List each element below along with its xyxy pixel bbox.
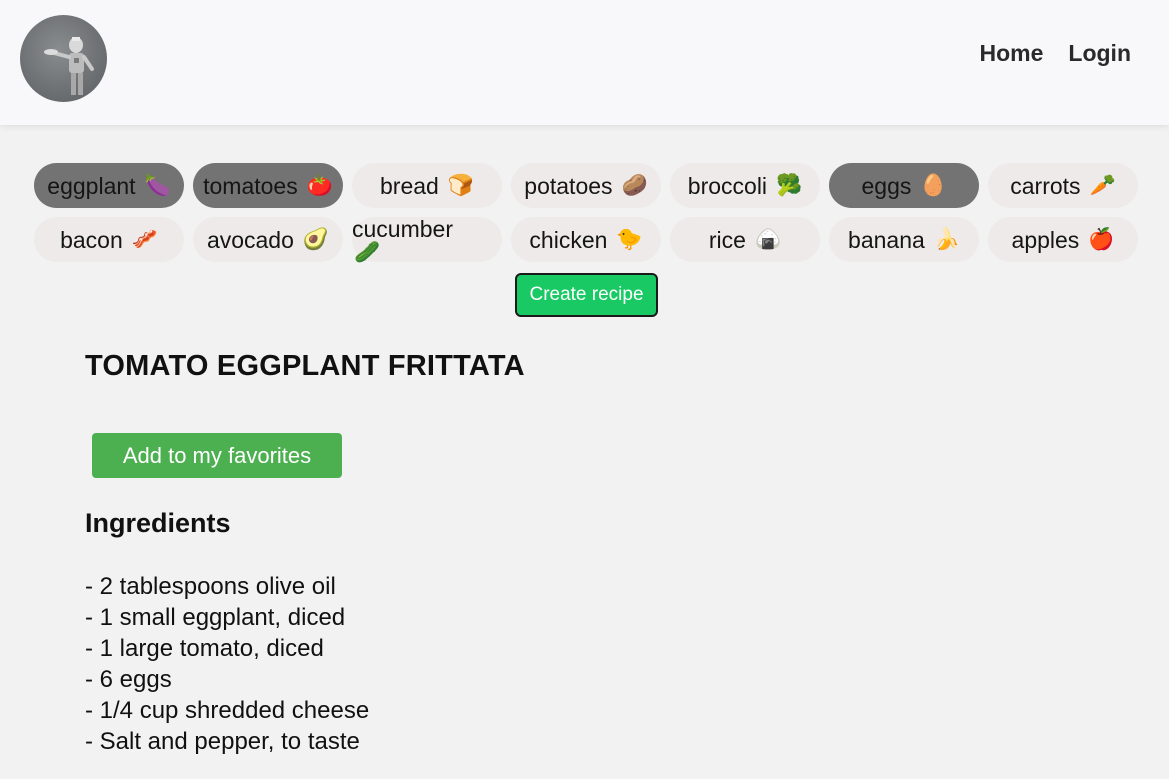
potatoes-emoji-icon: 🥔 (621, 173, 648, 197)
chip-label: broccoli (687, 172, 768, 199)
ingredient-chip-avocado[interactable]: avocado 🥑 (193, 217, 343, 262)
nav-home-link[interactable]: Home (980, 40, 1044, 67)
bacon-emoji-icon: 🥓 (131, 227, 158, 251)
chip-label: apples (1011, 226, 1080, 253)
cucumber-emoji-icon: 🥒 (354, 241, 381, 264)
ingredient-chip-bread[interactable]: bread 🍞 (352, 163, 502, 208)
carrots-emoji-icon: 🥕 (1089, 173, 1116, 197)
ingredient-chip-cucumber[interactable]: cucumber 🥒 (352, 216, 502, 264)
ingredient-item: - 1 large tomato, diced (85, 635, 324, 662)
ingredients-list: - 2 tablespoons olive oil - 1 small eggpl… (85, 571, 369, 757)
ingredient-chip-banana[interactable]: banana 🍌 (829, 217, 979, 262)
ingredient-chip-bacon[interactable]: bacon 🥓 (34, 217, 184, 262)
ingredients-heading: Ingredients (85, 508, 231, 538)
chip-label: chicken (529, 226, 608, 253)
chip-label: bread (380, 172, 439, 199)
main-nav: Home Login (980, 40, 1132, 67)
ingredient-chip-carrots[interactable]: carrots 🥕 (988, 163, 1138, 208)
chip-label: carrots (1010, 172, 1081, 199)
recipe-card: TOMATO EGGPLANT FRITTATA Add to my favor… (85, 350, 1085, 755)
ingredient-chip-eggs[interactable]: eggs 🥚 (829, 163, 979, 208)
ingredient-item: - Salt and pepper, to taste (85, 728, 360, 755)
ingredient-item: - 2 tablespoons olive oil (85, 573, 336, 600)
ingredient-chip-rice[interactable]: rice 🍙 (670, 217, 820, 262)
ingredient-chip-apples[interactable]: apples 🍎 (988, 217, 1138, 262)
chip-label: cucumber (352, 216, 453, 242)
chip-label: banana (848, 226, 925, 253)
chip-label: avocado (206, 226, 294, 253)
add-to-favorites-button[interactable]: Add to my favorites (92, 433, 342, 478)
create-recipe-button[interactable]: Create recipe (515, 273, 658, 317)
chip-label: eggs (861, 172, 912, 199)
banana-emoji-icon: 🍌 (933, 227, 960, 251)
chip-label: eggplant (47, 172, 136, 199)
top-header: Home Login (0, 0, 1169, 125)
avocado-emoji-icon: 🥑 (302, 227, 330, 251)
ingredient-item: - 6 eggs (85, 666, 172, 693)
nav-login-link[interactable]: Login (1068, 40, 1131, 67)
ingredient-chip-tomatoes[interactable]: tomatoes 🍅 (193, 163, 343, 208)
rice-emoji-icon: 🍙 (754, 227, 782, 251)
chip-label: bacon (60, 226, 123, 253)
ingredient-chip-broccoli[interactable]: broccoli 🥦 (670, 163, 820, 208)
ingredient-chip-eggplant[interactable]: eggplant 🍆 (34, 163, 184, 208)
robot-icon (44, 37, 94, 95)
apples-emoji-icon: 🍎 (1088, 227, 1115, 251)
chip-label: tomatoes (203, 172, 298, 199)
eggs-emoji-icon: 🥚 (920, 173, 947, 197)
chip-label: potatoes (524, 172, 613, 199)
ingredient-chip-potatoes[interactable]: potatoes 🥔 (511, 163, 661, 208)
ingredient-item: - 1 small eggplant, diced (85, 604, 346, 631)
ingredient-chip-chicken[interactable]: chicken 🐤 (511, 217, 661, 262)
robot-chef-avatar[interactable] (20, 15, 107, 102)
eggplant-emoji-icon: 🍆 (144, 173, 171, 197)
bread-emoji-icon: 🍞 (447, 173, 474, 197)
chip-label: rice (708, 226, 746, 253)
tomatoes-emoji-icon: 🍅 (306, 173, 333, 197)
broccoli-emoji-icon: 🥦 (776, 173, 803, 197)
chicken-emoji-icon: 🐤 (616, 227, 643, 251)
ingredient-item: - 1/4 cup shredded cheese (85, 697, 370, 724)
recipe-title: TOMATO EGGPLANT FRITTATA (85, 350, 525, 382)
